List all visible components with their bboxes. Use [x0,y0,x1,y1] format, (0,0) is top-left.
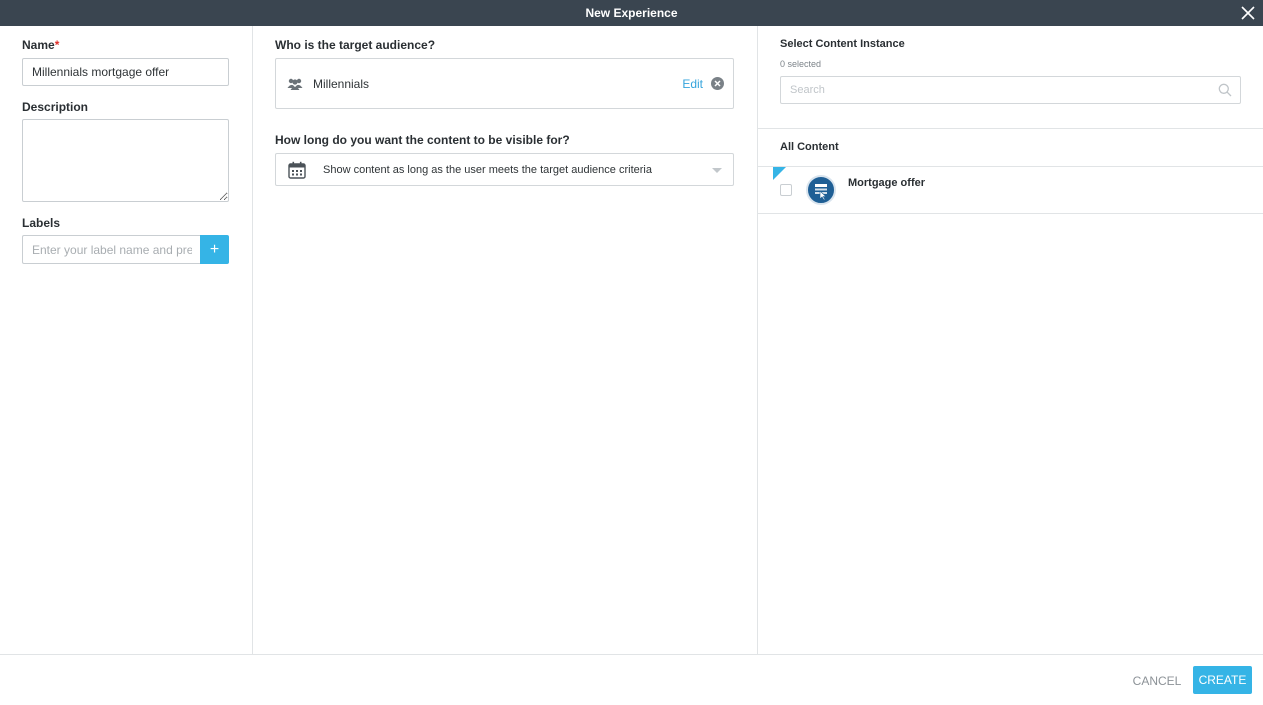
cancel-button[interactable]: CANCEL [1125,669,1189,693]
item-checkbox[interactable] [780,184,792,196]
section-title: All Content [780,141,839,153]
details-panel: Name* Description Labels + [0,26,253,654]
content-panel-title: Select Content Instance [780,38,905,50]
edit-audience-link[interactable]: Edit [682,77,703,91]
window-title: New Experience [585,6,678,20]
item-name: Mortgage offer [848,177,925,189]
divider [758,128,1263,129]
users-icon [287,78,303,90]
description-input[interactable] [22,119,229,202]
footer-bar: CANCEL CREATE [0,654,1263,705]
remove-circle-icon[interactable] [711,77,724,90]
search-input[interactable] [780,76,1241,104]
name-input[interactable] [22,58,229,86]
chevron-down-icon [712,168,722,173]
create-button[interactable]: CREATE [1193,666,1252,694]
audience-card: Millennials Edit [275,58,734,109]
labels-input[interactable] [22,235,201,264]
audience-name: Millennials [313,77,370,91]
selected-count: 0 selected [780,59,822,69]
list-item[interactable]: Mortgage offer [758,167,1263,214]
add-label-button[interactable]: + [200,235,229,264]
close-icon[interactable] [1241,6,1255,20]
content-panel: Select Content Instance 0 selected All C… [758,26,1263,654]
visibility-question: How long do you want the content to be v… [275,133,570,147]
name-label: Name* [22,38,60,52]
visibility-select[interactable]: Show content as long as the user meets t… [275,153,734,186]
new-flag-icon [773,167,786,180]
targeting-panel: Who is the target audience? Millennials … [253,26,758,654]
calendar-icon [288,161,306,179]
content-card-icon [806,175,836,205]
title-bar: New Experience [0,0,1263,26]
description-label: Description [22,100,89,114]
labels-label: Labels [22,216,61,230]
search-icon[interactable] [1218,83,1232,97]
audience-question: Who is the target audience? [275,38,436,52]
visibility-selected-value: Show content as long as the user meets t… [323,164,652,176]
required-mark: * [54,38,60,52]
